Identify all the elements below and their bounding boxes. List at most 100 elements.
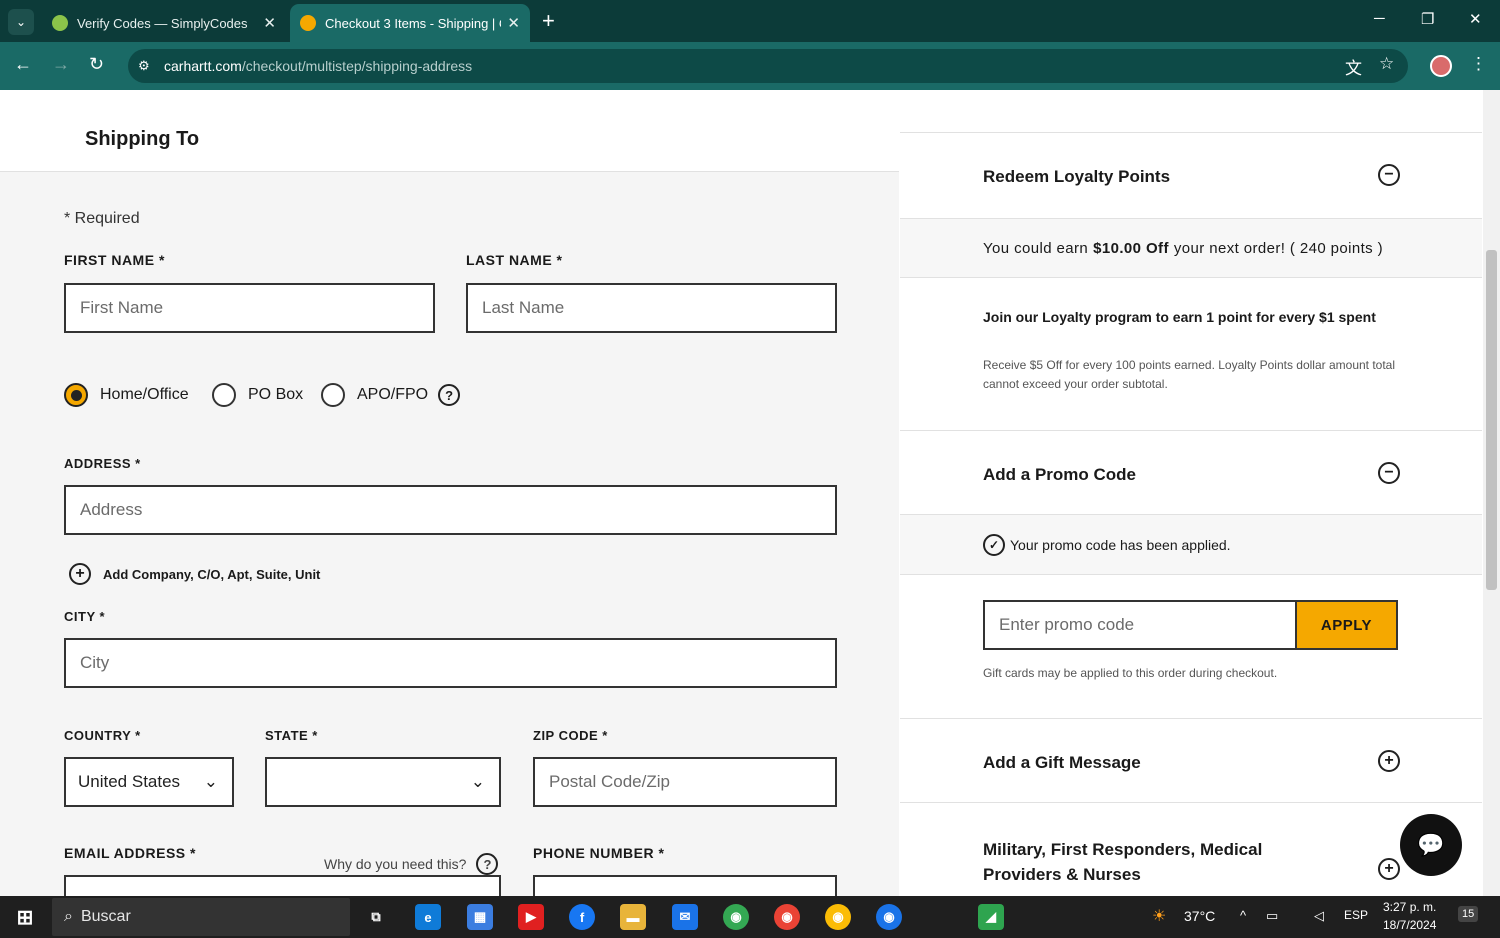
task-view-icon[interactable]: ⧉ [363,904,389,930]
search-icon: ⌕ [64,908,73,925]
zip-input[interactable]: Postal Code/Zip [533,757,837,807]
tab-search-button[interactable]: ⌄ [8,9,34,35]
loyalty-section[interactable]: Redeem Loyalty Points − [900,133,1482,218]
tray-chevron-icon[interactable]: ^ [1240,908,1246,923]
page-scrollbar[interactable] [1483,90,1500,896]
address-input[interactable]: Address [64,485,837,535]
collapse-minus-icon[interactable]: − [1378,164,1400,186]
promo-title: Add a Promo Code [983,465,1137,484]
promo-section[interactable]: Add a Promo Code − [900,430,1482,515]
expand-plus-icon[interactable]: + [1378,858,1400,880]
close-window-icon[interactable]: ✕ [1469,10,1482,28]
phone-input[interactable] [533,875,837,896]
chevron-down-icon: ⌄ [470,772,485,791]
store-icon[interactable]: ▦ [467,904,493,930]
plus-circle-icon: + [69,563,91,585]
scrollbar-thumb[interactable] [1486,250,1497,590]
email-input[interactable] [64,875,501,896]
state-label: STATE * [265,728,318,743]
app-icon[interactable]: ◢ [978,904,1004,930]
carhartt-favicon-icon [300,15,316,31]
radio-button[interactable] [321,383,345,407]
military-section[interactable]: Military, First Responders, Medical Prov… [900,803,1482,896]
taskbar-search-text: Buscar [80,908,131,925]
url-text: carhartt.com/checkout/multistep/shipping… [164,58,473,74]
edge-icon[interactable]: e [415,904,441,930]
chrome-active-icon[interactable]: ◉ [825,904,851,930]
language-indicator[interactable]: ESP [1344,908,1368,922]
order-options-panel: Redeem Loyalty Points − You could earn $… [900,90,1482,896]
back-icon[interactable]: ← [14,54,32,75]
mail-icon[interactable]: ✉ [672,904,698,930]
radio-button-selected[interactable] [64,383,88,407]
chrome-icon[interactable]: ◉ [723,904,749,930]
chrome-alt-icon[interactable]: ◉ [876,904,902,930]
apply-button[interactable]: APPLY [1295,600,1398,650]
simplycodes-favicon-icon [52,15,68,31]
translate-icon[interactable]: 文 [1345,54,1362,79]
why-email-help[interactable]: Why do you need this?? [324,853,499,875]
add-company-link[interactable]: + Add Company, C/O, Apt, Suite, Unit [69,563,320,585]
clock-date[interactable]: 18/7/2024 [1383,918,1436,932]
zip-label: ZIP CODE * [533,728,608,743]
file-explorer-icon[interactable]: ▬ [620,904,646,930]
promo-code-input[interactable]: Enter promo code [983,600,1297,650]
help-icon[interactable]: ? [476,853,499,875]
chrome-profile-icon[interactable]: ◉ [774,904,800,930]
radio-home-office[interactable]: Home/Office [64,383,189,407]
help-icon[interactable]: ? [438,384,461,406]
section-top [900,90,1482,133]
profile-avatar[interactable] [1430,55,1452,77]
radio-button[interactable] [212,383,236,407]
country-select[interactable]: United States ⌄ [64,757,234,807]
gift-message-section[interactable]: Add a Gift Message + [900,718,1482,803]
radio-label: PO Box [248,386,304,403]
required-note: * Required [64,210,140,227]
address-placeholder: Address [80,500,143,519]
tab-title: Verify Codes — SimplyCodes [77,15,248,31]
radio-label: Home/Office [100,386,189,403]
forward-icon[interactable]: → [52,54,70,75]
network-icon[interactable]: ▭ [1266,908,1278,924]
last-name-input[interactable]: Last Name [466,283,837,333]
collapse-minus-icon[interactable]: − [1378,462,1400,484]
clock-time[interactable]: 3:27 p. m. [1383,900,1436,914]
city-label: CITY * [64,609,106,624]
radio-po-box[interactable]: PO Box [212,383,303,407]
youtube-icon[interactable]: ▶ [518,904,544,930]
facebook-icon[interactable]: f [569,904,595,930]
close-tab-icon[interactable]: ✕ [263,14,276,32]
windows-taskbar: ⊞ ⌕ Buscar ⧉ e ▦ ▶ f ▬ ✉ ◉ ◉ ◉ ◉ ◢ ☀ 37°C… [0,896,1500,938]
browser-toolbar: ← → ↻ ⚙ carhartt.com/checkout/multistep/… [0,42,1500,90]
first-name-placeholder: First Name [80,298,164,317]
city-input[interactable]: City [64,638,837,688]
address-bar[interactable]: ⚙ carhartt.com/checkout/multistep/shippi… [128,49,1408,83]
notification-badge[interactable]: 15 [1458,906,1479,922]
first-name-input[interactable]: First Name [64,283,435,333]
loyalty-title: Redeem Loyalty Points [983,167,1171,186]
tab-checkout[interactable]: Checkout 3 Items - Shipping | C ✕ [290,4,530,42]
minimize-icon[interactable]: ─ [1374,10,1385,27]
tab-simplycodes[interactable]: Verify Codes — SimplyCodes ✕ [42,4,286,42]
radio-apo-fpo[interactable]: APO/FPO? [321,383,461,407]
country-label: COUNTRY * [64,728,141,743]
chat-icon[interactable]: 💬 [1400,814,1462,876]
new-tab-icon[interactable]: + [542,8,555,34]
tab-title: Checkout 3 Items - Shipping | C [325,15,502,31]
weather-temp[interactable]: 37°C [1184,908,1215,924]
site-info-icon[interactable]: ⚙ [138,58,156,74]
volume-icon[interactable]: ◁ [1314,908,1324,924]
reload-icon[interactable]: ↻ [89,54,104,75]
restore-icon[interactable]: ❐ [1421,10,1434,28]
promo-applied-message: ✓ Your promo code has been applied. [900,515,1482,575]
state-select[interactable]: ⌄ [265,757,501,807]
menu-kebab-icon[interactable]: ⋮ [1470,54,1487,74]
bookmark-star-icon[interactable]: ☆ [1379,54,1394,74]
earn-text-end: your next order! ( 240 points ) [1173,239,1384,257]
close-tab-icon[interactable]: ✕ [507,14,520,32]
windows-start-icon[interactable]: ⊞ [12,904,38,930]
expand-plus-icon[interactable]: + [1378,750,1400,772]
taskbar-search[interactable]: ⌕ Buscar [52,898,350,936]
shipping-header: Shipping To [0,90,899,172]
first-name-label: FIRST NAME * [64,252,165,268]
